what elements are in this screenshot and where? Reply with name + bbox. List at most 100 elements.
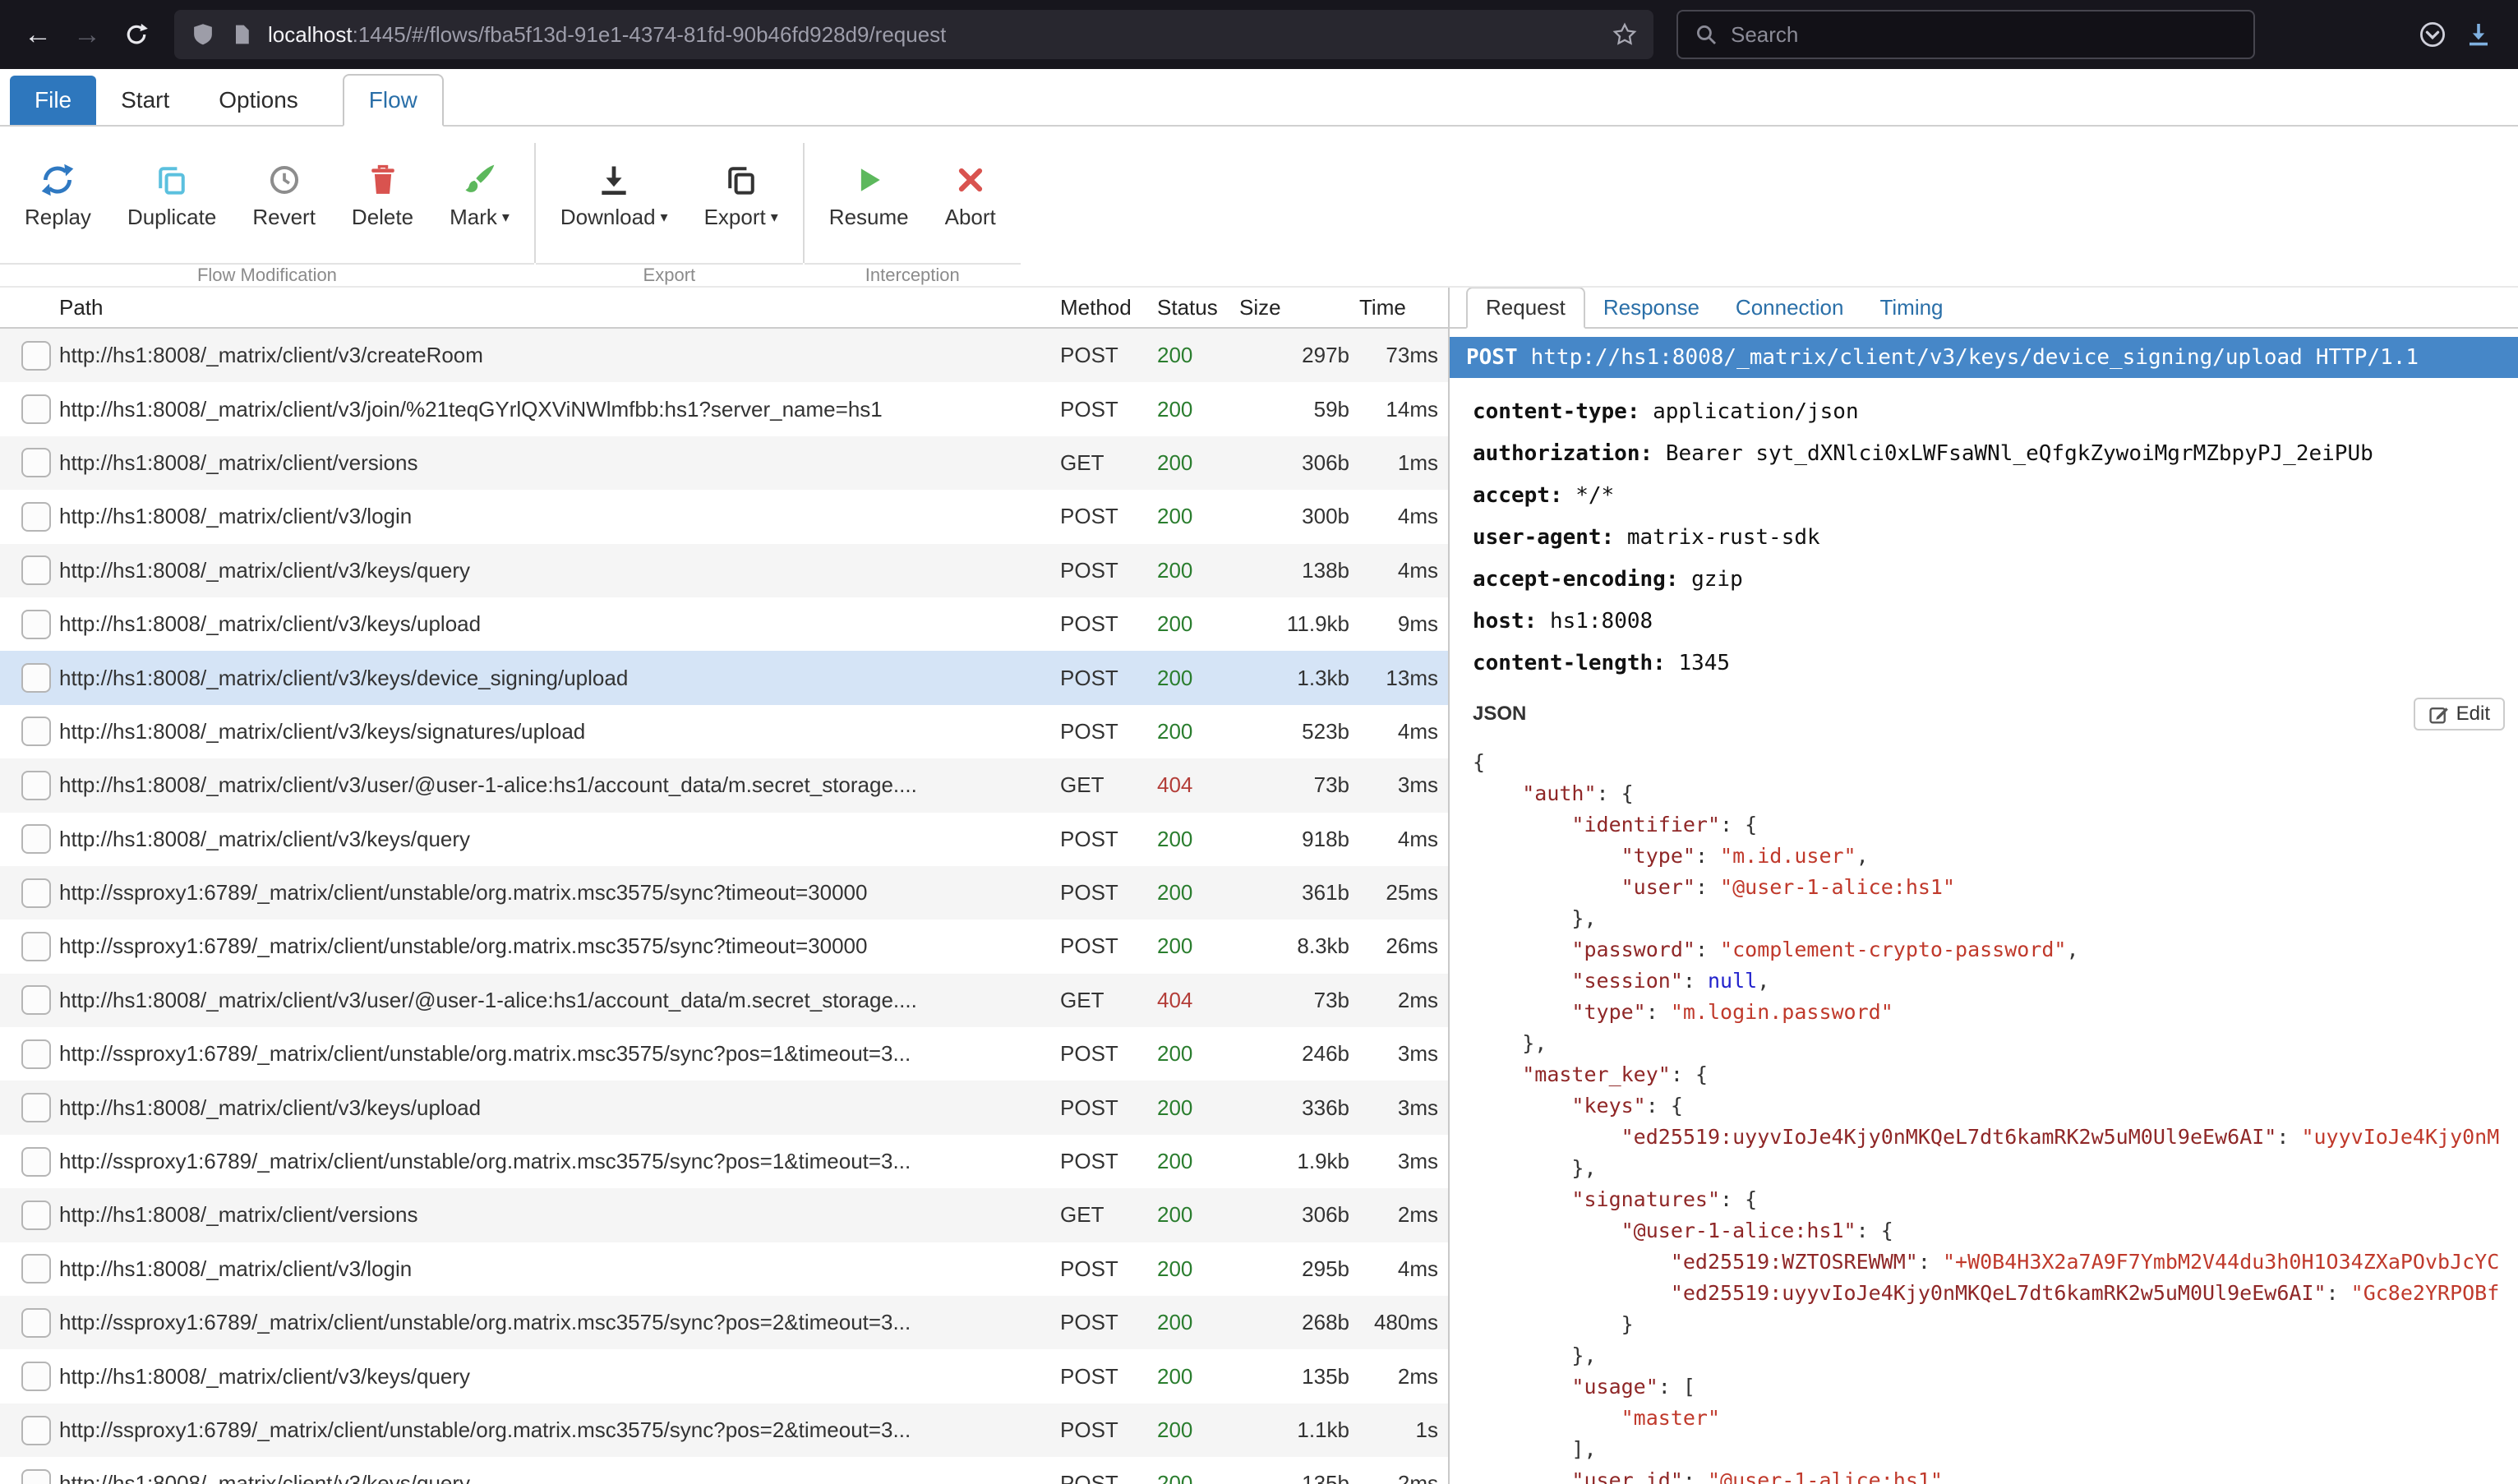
export-button[interactable]: Export▾ [686, 150, 796, 240]
header-line[interactable]: hosths1:8008 [1473, 601, 2518, 643]
search-input[interactable]: Search [1676, 10, 2255, 59]
flow-row[interactable]: http://ssproxy1:6789/_matrix/client/unst… [0, 1403, 1448, 1457]
flow-row[interactable]: http://hs1:8008/_matrix/client/v3/keys/u… [0, 597, 1448, 651]
flow-time: 3ms [1359, 1149, 1448, 1174]
revert-button[interactable]: Revert [234, 150, 334, 240]
json-line: "keys": { [1473, 1090, 2518, 1122]
flow-row[interactable]: http://hs1:8008/_matrix/client/v3/keys/q… [0, 813, 1448, 866]
tab-flow[interactable]: Flow [343, 74, 444, 127]
delete-button[interactable]: Delete [334, 150, 431, 240]
flow-size: 336b [1239, 1095, 1359, 1121]
flow-size: 1.1kb [1239, 1417, 1359, 1443]
revert-icon [266, 160, 302, 200]
json-line: "master" [1473, 1403, 2518, 1434]
reload-button[interactable] [112, 10, 161, 59]
flow-row[interactable]: http://hs1:8008/_matrix/client/v3/keys/d… [0, 651, 1448, 704]
url-bar[interactable]: localhost:1445/#/flows/fba5f13d-91e1-437… [174, 10, 1653, 59]
json-body[interactable]: { "auth": { "identifier": { "type": "m.i… [1450, 734, 2518, 1484]
flow-type-icon [21, 717, 51, 746]
flow-size: 1.9kb [1239, 1149, 1359, 1174]
flow-row[interactable]: http://hs1:8008/_matrix/client/v3/login … [0, 490, 1448, 543]
flow-row[interactable]: http://ssproxy1:6789/_matrix/client/unst… [0, 1027, 1448, 1081]
flow-type-icon [21, 1201, 51, 1230]
replay-button[interactable]: Replay [7, 150, 109, 240]
detail-tabs: Request Response Connection Timing [1450, 288, 2518, 329]
flow-status: 200 [1157, 1471, 1239, 1484]
edit-pencil-icon [2428, 704, 2448, 724]
forward-button[interactable]: → [62, 10, 112, 59]
flow-row[interactable]: http://hs1:8008/_matrix/client/v3/keys/u… [0, 1081, 1448, 1134]
header-line[interactable]: user-agentmatrix-rust-sdk [1473, 517, 2518, 559]
duplicate-label: Duplicate [127, 205, 216, 230]
json-line: "master_key": { [1473, 1059, 2518, 1090]
tab-request[interactable]: Request [1466, 288, 1585, 329]
duplicate-icon [154, 160, 190, 200]
flow-row[interactable]: http://hs1:8008/_matrix/client/v3/user/@… [0, 758, 1448, 812]
flow-size: 306b [1239, 1202, 1359, 1228]
flow-row[interactable]: http://hs1:8008/_matrix/client/v3/join/%… [0, 382, 1448, 436]
menu-start-button[interactable]: Start [96, 76, 194, 125]
tab-response[interactable]: Response [1585, 288, 1718, 327]
flow-row[interactable]: http://ssproxy1:6789/_matrix/client/unst… [0, 919, 1448, 973]
flow-type-icon [21, 663, 51, 693]
flow-row[interactable]: http://hs1:8008/_matrix/client/v3/keys/q… [0, 544, 1448, 597]
bookmark-star-icon[interactable] [1612, 22, 1637, 47]
request-first-line[interactable]: POST http://hs1:8008/_matrix/client/v3/k… [1450, 337, 2518, 378]
flow-row[interactable]: http://ssproxy1:6789/_matrix/client/unst… [0, 1296, 1448, 1349]
flow-type-icon [21, 1469, 51, 1484]
flow-type-icon [21, 1308, 51, 1338]
export-label: Export [704, 205, 766, 230]
group-caption-flow-modification: Flow Modification [0, 263, 534, 286]
back-button[interactable]: ← [13, 10, 62, 59]
column-header-method[interactable]: Method [1060, 295, 1157, 320]
flow-path: http://ssproxy1:6789/_matrix/client/unst… [59, 1041, 1060, 1067]
flow-row[interactable]: http://ssproxy1:6789/_matrix/client/unst… [0, 866, 1448, 919]
menu-file-button[interactable]: File [10, 76, 96, 125]
download-label: Download [560, 205, 656, 230]
header-line[interactable]: authorizationBearer syt_dXNlci0xLWFsaWNl… [1473, 433, 2518, 475]
header-value: Bearer syt_dXNlci0xLWFsaWNl_eQfgkZywoiMg… [1666, 441, 2373, 466]
flow-row[interactable]: http://ssproxy1:6789/_matrix/client/unst… [0, 1135, 1448, 1188]
flow-row[interactable]: http://hs1:8008/_matrix/client/v3/keys/q… [0, 1457, 1448, 1484]
duplicate-button[interactable]: Duplicate [109, 150, 234, 240]
flow-row[interactable]: http://hs1:8008/_matrix/client/v3/keys/s… [0, 705, 1448, 758]
json-line: "ed25519:uyyvIoJe4Kjy0nMKQeL7dt6kamRK2w5… [1473, 1122, 2518, 1153]
json-line: "type": "m.id.user", [1473, 841, 2518, 872]
json-line: "user_id": "@user-1-alice:hs1" [1473, 1465, 2518, 1484]
flow-time: 3ms [1359, 772, 1448, 798]
flow-time: 3ms [1359, 1041, 1448, 1067]
flow-row[interactable]: http://hs1:8008/_matrix/client/v3/login … [0, 1242, 1448, 1296]
header-line[interactable]: accept-encodinggzip [1473, 559, 2518, 601]
column-header-status[interactable]: Status [1157, 295, 1239, 320]
tab-connection[interactable]: Connection [1718, 288, 1862, 327]
request-http-version: HTTP/1.1 [2316, 345, 2419, 370]
flow-row[interactable]: http://hs1:8008/_matrix/client/v3/user/@… [0, 974, 1448, 1027]
flow-type-icon [21, 1362, 51, 1391]
flow-row[interactable]: http://hs1:8008/_matrix/client/versions … [0, 436, 1448, 490]
tab-timing[interactable]: Timing [1861, 288, 1961, 327]
json-line: "usage": [ [1473, 1371, 2518, 1403]
flow-row[interactable]: http://hs1:8008/_matrix/client/v3/create… [0, 329, 1448, 382]
column-header-size[interactable]: Size [1239, 295, 1359, 320]
menu-options-button[interactable]: Options [194, 76, 323, 125]
pocket-icon[interactable] [2410, 12, 2456, 58]
header-line[interactable]: accept*/* [1473, 475, 2518, 517]
flow-method: POST [1060, 504, 1157, 529]
flow-row[interactable]: http://hs1:8008/_matrix/client/v3/keys/q… [0, 1349, 1448, 1403]
download-button[interactable]: Download▾ [542, 150, 686, 240]
header-line[interactable]: content-length1345 [1473, 643, 2518, 684]
column-header-time[interactable]: Time [1359, 295, 1448, 320]
flow-path: http://hs1:8008/_matrix/client/v3/keys/s… [59, 719, 1060, 744]
edit-button[interactable]: Edit [2414, 698, 2505, 730]
menu-bar: File Start Options Flow [0, 69, 2518, 127]
header-line[interactable]: content-typeapplication/json [1473, 391, 2518, 433]
mark-button[interactable]: Mark▾ [431, 150, 528, 240]
column-header-path[interactable]: Path [59, 295, 1060, 320]
resume-button[interactable]: Resume [811, 150, 927, 240]
downloads-icon[interactable] [2456, 12, 2502, 58]
page-icon[interactable] [230, 23, 253, 46]
shield-icon [191, 22, 215, 47]
flow-method: POST [1060, 1149, 1157, 1174]
flow-row[interactable]: http://hs1:8008/_matrix/client/versions … [0, 1188, 1448, 1242]
abort-button[interactable]: Abort [927, 150, 1014, 240]
